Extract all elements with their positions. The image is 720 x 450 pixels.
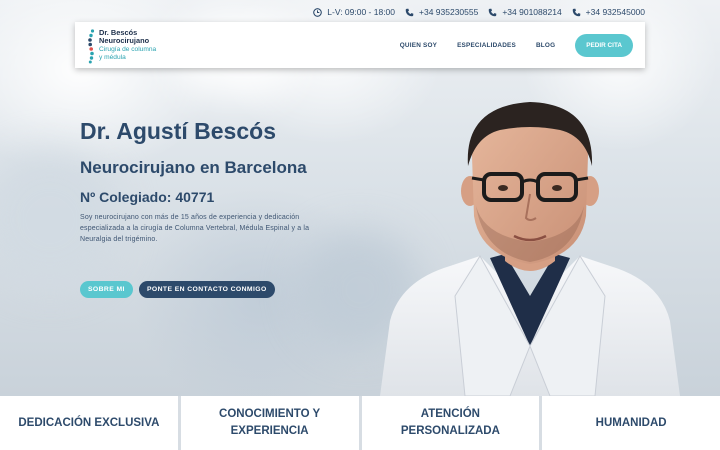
book-appointment-button[interactable]: PEDIR CITA	[575, 34, 633, 57]
logo-tagline-1: Cirugía de columna	[99, 45, 157, 53]
logo-role: Neurocirujano	[99, 36, 150, 46]
opening-hours: L-V: 09:00 - 18:00	[313, 7, 395, 17]
doctor-portrait	[380, 102, 680, 396]
feature-card: ATENCIÓN PERSONALIZADA	[361, 396, 540, 450]
license-number: Nº Colegiado: 40771	[80, 189, 215, 205]
opening-hours-text: L-V: 09:00 - 18:00	[327, 7, 396, 17]
feature-card: HUMANIDAD	[542, 396, 720, 450]
feature-label-dedication: DEDICACIÓN EXCLUSIVA	[18, 416, 160, 429]
phone-link-1[interactable]: +34 935230555	[405, 7, 478, 17]
phone-icon	[489, 8, 497, 16]
spine-icon	[88, 29, 95, 64]
page-subtitle: Neurocirujano en Barcelona	[80, 158, 307, 177]
phone-number-2: +34 901088214	[502, 7, 562, 17]
feature-label-humanity: HUMANIDAD	[595, 416, 667, 429]
about-me-button[interactable]: SOBRE MI	[80, 281, 133, 298]
site-logo[interactable]: Dr. Bescós Neurocirujano Cirugía de colu…	[87, 28, 167, 64]
phone-number-1: +34 935230555	[419, 7, 479, 17]
logo-text: Dr. Bescós Neurocirujano Cirugía de colu…	[99, 28, 157, 63]
logo-tagline-2: y médula	[99, 54, 126, 62]
feature-label-knowledge: CONOCIMIENTO Y EXPERIENCIA	[219, 408, 321, 437]
site-header: Dr. Bescós Neurocirujano Cirugía de colu…	[75, 22, 645, 68]
phone-link-3[interactable]: +34 932545000	[572, 7, 645, 17]
phone-link-2[interactable]: +34 901088214	[488, 7, 562, 17]
phone-icon	[405, 8, 414, 16]
main-nav: QUIEN SOY ESPECIALIDADES BLOG PEDIR CITA	[400, 34, 633, 57]
contact-me-button[interactable]: PONTE EN CONTACTO CONMIGO	[139, 281, 275, 298]
page-title: Dr. Agustí Bescós	[80, 118, 276, 144]
intro-text: Soy neurocirujano con más de 15 años de …	[80, 214, 310, 243]
features-strip: DEDICACIÓN EXCLUSIVA CONOCIMIENTO Y EXPE…	[0, 396, 720, 450]
nav-item-quien-soy[interactable]: QUIEN SOY	[400, 42, 437, 49]
feature-card: DEDICACIÓN EXCLUSIVA	[0, 396, 178, 450]
phone-number-3: +34 932545000	[585, 7, 645, 17]
feature-label-attention: ATENCIÓN PERSONALIZADA	[400, 408, 500, 437]
phone-icon	[572, 8, 580, 16]
nav-item-blog[interactable]: BLOG	[536, 42, 555, 49]
contact-bar: L-V: 09:00 - 18:00 +34 935230555 +34 901…	[313, 5, 645, 19]
clock-icon	[313, 7, 323, 17]
nav-item-especialidades[interactable]: ESPECIALIDADES	[457, 42, 516, 49]
feature-card: CONOCIMIENTO Y EXPERIENCIA	[180, 396, 359, 450]
